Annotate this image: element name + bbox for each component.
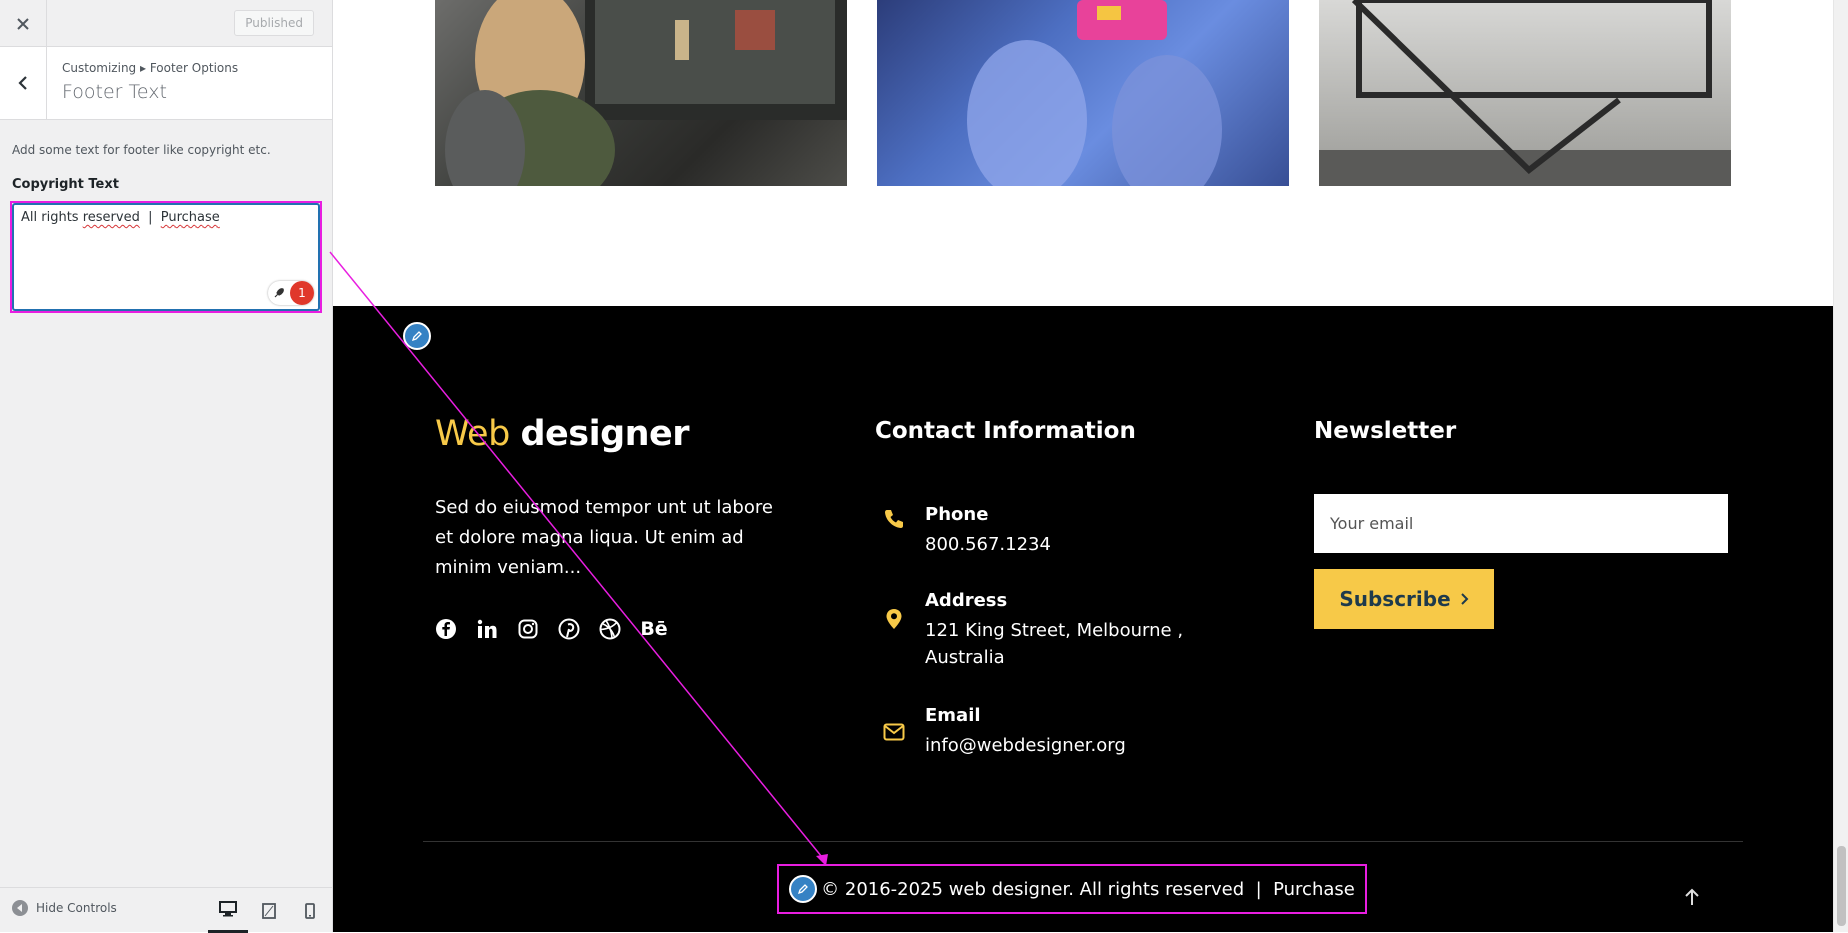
footer-divider — [423, 841, 1743, 842]
grammar-checker-badge[interactable]: 1 — [268, 281, 314, 305]
desktop-icon — [219, 901, 237, 917]
mobile-icon — [305, 902, 315, 919]
customizer-sidebar: Published Customizing ▸ Footer Options F… — [0, 0, 333, 933]
social-links: Bē — [435, 618, 668, 640]
close-customizer-button[interactable] — [0, 0, 47, 47]
email-value[interactable]: info@webdesigner.org — [925, 732, 1185, 759]
copyright-text-label: Copyright Text — [12, 177, 119, 192]
pencil-icon — [411, 331, 422, 342]
email-label: Email — [925, 705, 981, 726]
address-value: 121 King Street, Melbourne , Australia — [925, 620, 1184, 668]
textarea-text-misspelled: reserved — [82, 210, 140, 225]
edit-shortcut-button[interactable] — [403, 322, 431, 350]
preview-tablet-button[interactable] — [249, 888, 289, 933]
logo-text-accent: Web — [435, 414, 510, 454]
hide-controls-button[interactable]: Hide Controls — [12, 900, 117, 916]
site-preview: Web designer Sed do eiusmod tempor unt u… — [333, 0, 1833, 932]
portfolio-image[interactable] — [1319, 0, 1731, 186]
site-footer: Web designer Sed do eiusmod tempor unt u… — [333, 306, 1833, 932]
preview-desktop-button[interactable] — [208, 888, 248, 933]
page-scrollbar[interactable] — [1833, 0, 1848, 932]
newsletter-email-input[interactable]: Your email — [1314, 494, 1728, 553]
contact-heading: Contact Information — [875, 418, 1136, 444]
map-pin-icon — [883, 608, 905, 630]
copyright-text-field[interactable]: All rights reserved | Purchase 1 — [13, 204, 319, 310]
portfolio-image[interactable] — [435, 0, 847, 186]
subscribe-button[interactable]: Subscribe — [1314, 569, 1494, 629]
copyright-bar: © 2016-2025 web designer. All rights res… — [777, 864, 1367, 914]
textarea-text: All rights — [21, 210, 83, 225]
phone-value[interactable]: 800.567.1234 — [925, 531, 1185, 558]
edit-shortcut-button[interactable] — [789, 875, 818, 903]
footer-logo[interactable]: Web designer — [435, 414, 690, 454]
back-button[interactable] — [0, 47, 47, 119]
chevron-left-icon — [18, 76, 27, 90]
portfolio-image-art — [445, 0, 847, 186]
preview-mobile-button[interactable] — [290, 888, 330, 933]
pencil-icon — [798, 884, 809, 895]
highlight-box: All rights reserved | Purchase 1 — [10, 201, 322, 313]
textarea-text: | — [139, 210, 161, 225]
section-header: Customizing ▸ Footer Options Footer Text — [0, 47, 332, 120]
publish-button[interactable]: Published — [234, 10, 314, 36]
chevron-right-icon — [1460, 593, 1469, 605]
pinterest-icon[interactable] — [558, 618, 580, 640]
section-title: Footer Text — [62, 81, 167, 103]
breadcrumb: Customizing ▸ Footer Options — [62, 61, 239, 75]
instagram-icon[interactable] — [517, 618, 539, 640]
customizer-header: Published — [0, 0, 332, 47]
customizer-footer: Hide Controls — [0, 887, 332, 933]
copyright-text: © 2016-2025 web designer. All rights res… — [821, 878, 1355, 900]
back-to-top-button[interactable] — [1679, 884, 1705, 910]
facebook-icon[interactable] — [435, 618, 457, 640]
scrollbar-thumb[interactable] — [1837, 846, 1846, 926]
phone-label: Phone — [925, 504, 989, 525]
tablet-icon — [262, 902, 276, 919]
newsletter-heading: Newsletter — [1314, 418, 1457, 444]
footer-about-text: Sed do eiusmod tempor unt ut labore et d… — [435, 497, 773, 578]
portfolio-image-art — [967, 0, 1222, 186]
dribbble-icon[interactable] — [599, 618, 621, 640]
control-description: Add some text for footer like copyright … — [12, 143, 271, 157]
feather-icon — [268, 287, 290, 299]
portfolio-image-art — [1319, 0, 1731, 186]
grammar-issue-count: 1 — [290, 281, 314, 305]
subscribe-label: Subscribe — [1339, 587, 1451, 611]
envelope-icon — [883, 721, 905, 743]
arrow-left-circle-icon — [12, 900, 28, 916]
textarea-text-misspelled: Purchase — [160, 210, 220, 225]
address-label: Address — [925, 590, 1008, 611]
logo-text: designer — [520, 414, 690, 454]
linkedin-icon[interactable] — [476, 618, 498, 640]
arrow-up-icon — [1685, 888, 1699, 905]
behance-icon[interactable]: Bē — [640, 618, 668, 640]
portfolio-image[interactable] — [877, 0, 1289, 186]
hide-controls-label: Hide Controls — [36, 901, 117, 915]
phone-icon — [883, 508, 905, 530]
close-icon — [17, 17, 29, 30]
